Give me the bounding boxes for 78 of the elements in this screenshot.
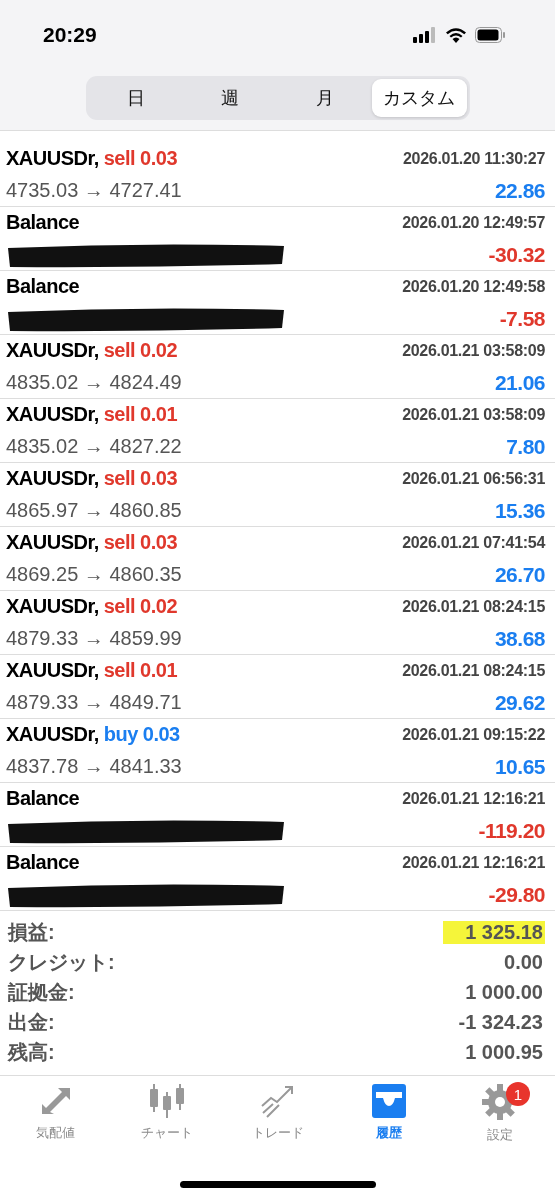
deal-profit: 15.36 [494, 498, 545, 523]
deal-profit: 22.86 [494, 178, 545, 203]
deal-prices: 4879.33 → 4859.99 [6, 627, 182, 650]
deal-symbol: XAUUSDr, [6, 147, 99, 170]
period-tab[interactable]: カスタム [372, 79, 467, 117]
tab-bar-item[interactable]: 履歴 [375, 1124, 402, 1142]
deal-prices: 4735.03 → 4727.41 [6, 179, 182, 202]
deal-symbol: XAUUSDr, [6, 595, 99, 618]
battery-icon [475, 27, 505, 43]
inbox-tray-icon [369, 1084, 408, 1118]
deal-action: sell 0.02 [103, 595, 178, 618]
deal-profit: 7.80 [506, 434, 545, 459]
deal-prices: 4835.02 → 4824.49 [6, 371, 182, 394]
deal-time: 2026.01.21 08:24:15 [402, 597, 545, 616]
deal-profit: -119.20 [478, 818, 545, 843]
summary-value: 1 325.18 [443, 920, 545, 944]
summary-value: 1 000.00 [464, 980, 544, 1004]
summary-label: 損益: [8, 919, 55, 945]
tab-bar-item[interactable]: チャート [140, 1124, 193, 1142]
deal-symbol: XAUUSDr, [6, 723, 99, 746]
deal-time: 2026.01.21 12:16:21 [402, 789, 545, 808]
deal-symbol: XAUUSDr, [6, 531, 99, 554]
deal-action: sell 0.01 [103, 659, 178, 682]
tab-bar-item[interactable]: 気配値 [36, 1124, 75, 1142]
summary-label: 証拠金: [8, 979, 75, 1005]
deal-symbol: XAUUSDr, [6, 467, 99, 490]
deal-prices: 4879.33 → 4849.71 [6, 691, 182, 714]
deal-profit: 10.65 [494, 754, 545, 779]
deal-profit: 38.68 [494, 626, 545, 651]
deal-prices: 4865.97 → 4860.85 [6, 499, 182, 522]
summary-label: 出金: [8, 1009, 55, 1035]
deal-time: 2026.01.21 09:15:22 [402, 725, 545, 744]
deal-symbol: Balance [6, 851, 80, 874]
summary-value: -1 324.23 [457, 1010, 544, 1034]
status-time: 20:29 [43, 23, 97, 47]
deal-action: buy 0.03 [103, 723, 180, 746]
deal-time: 2026.01.20 11:30:27 [403, 149, 545, 168]
deal-action: sell 0.01 [103, 403, 178, 426]
deal-profit: 26.70 [494, 562, 545, 587]
deal-profit: -29.80 [488, 882, 545, 907]
deal-time: 2026.01.21 07:41:54 [402, 533, 545, 552]
period-tab[interactable]: 月 [277, 79, 372, 117]
tab-bar-item[interactable]: 設定 [486, 1126, 513, 1144]
deal-profit: 21.06 [494, 370, 545, 395]
deal-symbol: Balance [6, 787, 80, 810]
wifi-icon [445, 27, 467, 43]
deal-action: sell 0.03 [103, 147, 178, 170]
deal-time: 2026.01.21 06:56:31 [402, 469, 545, 488]
deal-prices: 4835.02 → 4827.22 [6, 435, 182, 458]
deal-time: 2026.01.20 12:49:58 [402, 277, 545, 296]
deal-time: 2026.01.21 03:58:09 [402, 405, 545, 424]
deal-time: 2026.01.21 03:58:09 [402, 341, 545, 360]
deal-symbol: XAUUSDr, [6, 659, 99, 682]
deal-symbol: Balance [6, 211, 80, 234]
deal-action: sell 0.03 [103, 467, 178, 490]
summary-label: クレジット: [8, 949, 115, 975]
deal-prices: 4869.25 → 4860.35 [6, 563, 182, 586]
summary-value: 1 000.95 [464, 1040, 544, 1064]
deal-prices: 4837.78 → 4841.33 [6, 755, 182, 778]
notification-badge: 1 [506, 1082, 530, 1106]
deal-profit: -30.32 [488, 242, 545, 267]
deal-time: 2026.01.21 12:16:21 [402, 853, 545, 872]
deal-action: sell 0.02 [103, 339, 178, 362]
period-tab[interactable]: 週 [183, 79, 278, 117]
summary-value: 0.00 [503, 950, 544, 974]
deal-profit: 29.62 [494, 690, 545, 715]
summary-label: 残高: [8, 1039, 55, 1065]
deal-symbol: XAUUSDr, [6, 403, 99, 426]
deal-time: 2026.01.20 12:49:57 [402, 213, 545, 232]
deal-time: 2026.01.21 08:24:15 [402, 661, 545, 680]
deal-profit: -7.58 [499, 306, 545, 331]
signal-icon [413, 27, 437, 43]
period-tab[interactable]: 日 [88, 79, 183, 117]
candlestick-icon [147, 1084, 186, 1118]
tab-bar-item[interactable]: トレード [251, 1124, 304, 1142]
deal-action: sell 0.03 [103, 531, 178, 554]
deal-symbol: Balance [6, 275, 80, 298]
deal-symbol: XAUUSDr, [6, 339, 99, 362]
